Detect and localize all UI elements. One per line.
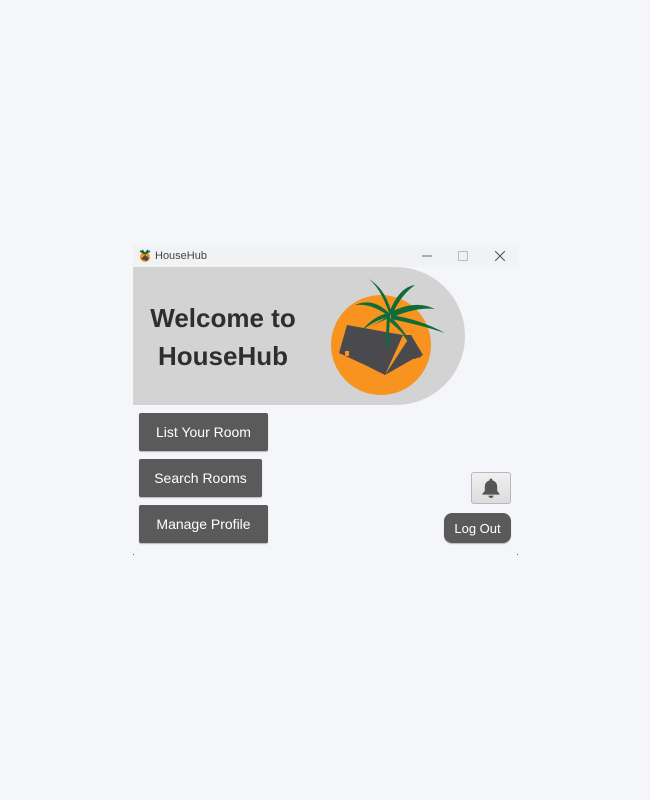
app-icon [139, 249, 151, 262]
app-window: HouseHub Welcome to HouseHub List Your R… [133, 245, 518, 555]
welcome-heading: Welcome to HouseHub [133, 299, 313, 375]
window-corner-marker [133, 554, 134, 555]
welcome-line-1: Welcome to [150, 303, 296, 333]
log-out-button[interactable]: Log Out [444, 513, 511, 543]
title-bar[interactable]: HouseHub [133, 245, 518, 267]
maximize-button[interactable] [445, 245, 481, 267]
bell-icon [482, 478, 500, 498]
close-button[interactable] [482, 245, 518, 267]
window-corner-marker [517, 554, 518, 555]
notifications-button[interactable] [471, 472, 511, 504]
minimize-button[interactable] [409, 245, 445, 267]
welcome-banner: Welcome to HouseHub [133, 267, 465, 405]
list-your-room-button[interactable]: List Your Room [139, 413, 268, 451]
window-title: HouseHub [155, 250, 207, 262]
manage-profile-button[interactable]: Manage Profile [139, 505, 268, 543]
maximize-icon [458, 251, 468, 261]
search-rooms-button[interactable]: Search Rooms [139, 459, 262, 497]
househub-logo [331, 279, 445, 395]
welcome-line-2: HouseHub [158, 341, 288, 371]
close-icon [495, 251, 505, 261]
minimize-icon [422, 255, 432, 257]
